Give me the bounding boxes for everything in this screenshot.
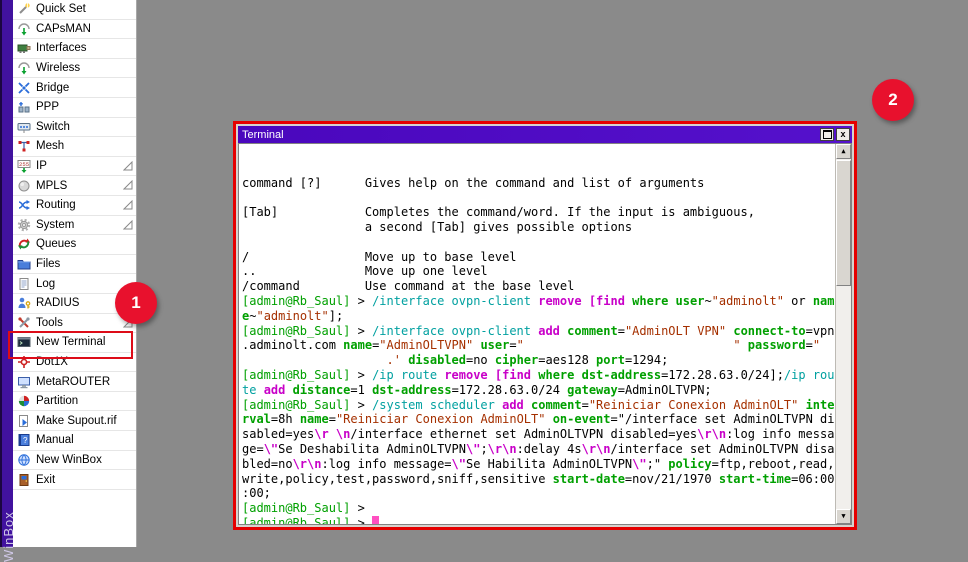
sidebar-item-label: Interfaces — [36, 42, 87, 54]
switch-icon — [17, 120, 31, 134]
terminal-scrollbar[interactable]: ▲ ▼ — [835, 144, 851, 524]
sidebar-item-label: Bridge — [36, 82, 69, 94]
sidebar-item-label: MPLS — [36, 180, 67, 192]
sidebar-item-wireless[interactable]: Wireless — [13, 59, 136, 79]
maximize-icon — [823, 130, 832, 139]
sidebar-item-label: MetaROUTER — [36, 376, 110, 388]
sidebar-item-tools[interactable]: Tools — [13, 314, 136, 334]
terminal-content[interactable]: command [?] Gives help on the command an… — [238, 143, 852, 525]
files-icon — [17, 257, 31, 271]
tools-icon — [17, 316, 31, 330]
sidebar-item-label: Partition — [36, 395, 78, 407]
scrollbar-thumb[interactable] — [836, 160, 851, 286]
sidebar-item-label: CAPsMAN — [36, 23, 91, 35]
ppp-icon — [17, 100, 31, 114]
ip-icon: 255 — [17, 159, 31, 173]
maximize-button[interactable] — [820, 128, 834, 141]
submenu-arrow-icon — [123, 220, 133, 230]
routing-icon — [17, 198, 31, 212]
terminal-title-bar[interactable]: Terminal x — [238, 126, 852, 143]
sidebar-item-label: Quick Set — [36, 3, 86, 15]
sidebar-item-label: System — [36, 219, 74, 231]
sidebar-item-mpls[interactable]: MPLS — [13, 176, 136, 196]
sidebar-item-label: Files — [36, 258, 60, 270]
quick-set-icon — [17, 2, 31, 16]
terminal-title: Terminal — [242, 129, 818, 141]
arrow-down-icon: ▼ — [841, 509, 845, 524]
mpls-icon — [17, 179, 31, 193]
sidebar-item-routing[interactable]: Routing — [13, 196, 136, 216]
sidebar-item-exit[interactable]: Exit — [13, 470, 136, 490]
sidebar-menu: Quick Set CAPsMAN Interfaces Wireless Br… — [13, 0, 137, 547]
sidebar-item-bridge[interactable]: Bridge — [13, 78, 136, 98]
new-terminal-icon — [17, 335, 31, 349]
sidebar-item-metarouter[interactable]: MetaROUTER — [13, 372, 136, 392]
sidebar-item-dot1x[interactable]: Dot1X — [13, 353, 136, 373]
sidebar-item-manual[interactable]: ? Manual — [13, 431, 136, 451]
system-icon — [17, 218, 31, 232]
svg-text:255: 255 — [19, 161, 29, 168]
radius-icon — [17, 296, 31, 310]
sidebar-item-label: New Terminal — [36, 336, 105, 348]
sidebar-item-label: Exit — [36, 474, 55, 486]
queues-icon — [17, 237, 31, 251]
sidebar-item-label: IP — [36, 160, 47, 172]
manual-icon: ? — [17, 433, 31, 447]
sidebar-item-mesh[interactable]: Mesh — [13, 137, 136, 157]
sidebar-item-label: RADIUS — [36, 297, 79, 309]
scroll-down-button[interactable]: ▼ — [836, 509, 851, 524]
make-supout-icon — [17, 414, 31, 428]
mesh-icon — [17, 139, 31, 153]
scroll-up-button[interactable]: ▲ — [836, 144, 851, 159]
sidebar-item-make-supout[interactable]: Make Supout.rif — [13, 411, 136, 431]
annotation-step-2: 2 — [872, 79, 914, 121]
sidebar-item-label: Tools — [36, 317, 63, 329]
sidebar-item-interfaces[interactable]: Interfaces — [13, 39, 136, 59]
bridge-icon — [17, 81, 31, 95]
sidebar-item-label: Make Supout.rif — [36, 415, 117, 427]
partition-icon — [17, 394, 31, 408]
sidebar-item-new-terminal[interactable]: New Terminal — [13, 333, 136, 353]
dot1x-icon — [17, 355, 31, 369]
close-icon: x — [840, 130, 845, 139]
interfaces-icon — [17, 41, 31, 55]
sidebar-item-switch[interactable]: Switch — [13, 118, 136, 138]
sidebar-item-partition[interactable]: Partition — [13, 392, 136, 412]
sidebar-item-files[interactable]: Files — [13, 255, 136, 275]
sidebar-item-ip[interactable]: 255 IP — [13, 157, 136, 177]
sidebar-item-label: Switch — [36, 121, 70, 133]
submenu-arrow-icon — [123, 161, 133, 171]
sidebar-item-new-winbox[interactable]: New WinBox — [13, 451, 136, 471]
exit-icon — [17, 473, 31, 487]
sidebar-item-quick-set[interactable]: Quick Set — [13, 0, 136, 20]
sidebar-item-label: Wireless — [36, 62, 80, 74]
sidebar-item-system[interactable]: System — [13, 216, 136, 236]
sidebar-item-label: New WinBox — [36, 454, 102, 466]
log-icon — [17, 277, 31, 291]
submenu-arrow-icon — [123, 200, 133, 210]
sidebar-item-label: PPP — [36, 101, 59, 113]
terminal-output: command [?] Gives help on the command an… — [242, 176, 851, 525]
sidebar-item-label: Log — [36, 278, 55, 290]
metarouter-icon — [17, 375, 31, 389]
capsman-icon — [17, 22, 31, 36]
submenu-arrow-icon — [123, 180, 133, 190]
sidebar-item-label: Mesh — [36, 140, 64, 152]
new-winbox-icon — [17, 453, 31, 467]
sidebar-item-label: Queues — [36, 238, 76, 250]
sidebar-item-queues[interactable]: Queues — [13, 235, 136, 255]
sidebar-item-label: Routing — [36, 199, 76, 211]
arrow-up-icon: ▲ — [841, 144, 845, 159]
wireless-icon — [17, 61, 31, 75]
sidebar-item-label: Manual — [36, 434, 74, 446]
close-button[interactable]: x — [836, 128, 850, 141]
sidebar-item-ppp[interactable]: PPP — [13, 98, 136, 118]
annotation-step-1: 1 — [115, 282, 157, 324]
svg-text:?: ? — [23, 436, 28, 445]
terminal-window: Terminal x command [?] Gives help on the… — [233, 121, 857, 530]
sidebar-item-capsman[interactable]: CAPsMAN — [13, 20, 136, 40]
sidebar-item-label: Dot1X — [36, 356, 68, 368]
